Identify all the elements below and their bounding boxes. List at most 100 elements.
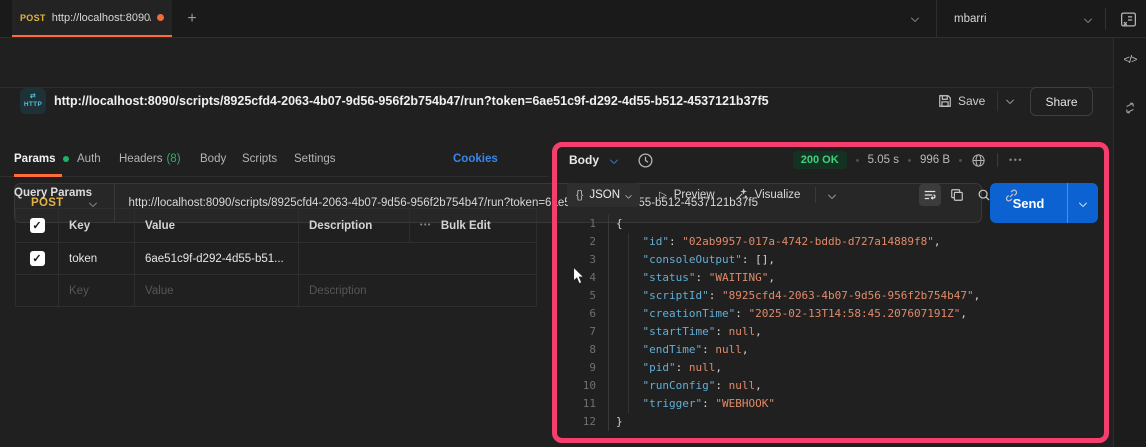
tab-bar: POST http://localhost:8090/s + mbarri bbox=[0, 0, 1146, 38]
tab-scripts-label: Scripts bbox=[242, 142, 277, 176]
param-description-placeholder[interactable]: Description bbox=[298, 275, 538, 306]
tab-auth[interactable]: Auth bbox=[77, 142, 101, 176]
line-number: 7 bbox=[558, 323, 608, 341]
code-text: } bbox=[608, 413, 623, 431]
line-number: 5 bbox=[558, 287, 608, 305]
param-key-placeholder[interactable]: Key bbox=[58, 275, 134, 306]
tab-title: http://localhost:8090/s bbox=[52, 12, 151, 24]
dot-separator bbox=[856, 159, 859, 162]
code-line: 12} bbox=[558, 413, 1109, 431]
right-sidebar: </> bbox=[1113, 38, 1146, 447]
line-number: 4 bbox=[558, 269, 608, 287]
response-time[interactable]: 5.05 s bbox=[868, 154, 899, 166]
visualize-wand-icon bbox=[734, 188, 748, 202]
line-number: 11 bbox=[558, 395, 608, 413]
row-checkbox[interactable]: ✓ bbox=[30, 251, 45, 266]
param-description-field[interactable] bbox=[298, 243, 538, 274]
code-text: { bbox=[608, 215, 623, 233]
line-number: 12 bbox=[558, 413, 608, 431]
search-icon bbox=[977, 188, 991, 202]
tab-params[interactable]: Params bbox=[14, 142, 69, 176]
query-params-title: Query Params bbox=[14, 187, 92, 199]
divider bbox=[1105, 8, 1106, 30]
column-header-key: Key bbox=[58, 209, 134, 242]
braces-icon: {} bbox=[576, 189, 583, 201]
postman-app: POST http://localhost:8090/s + mbarri </… bbox=[0, 0, 1146, 447]
code-line: 9 "pid": null, bbox=[558, 359, 1109, 377]
response-size[interactable]: 996 B bbox=[920, 154, 950, 166]
plus-icon: + bbox=[187, 10, 196, 27]
tab-overflow-chevron-icon[interactable] bbox=[911, 14, 919, 22]
link-button[interactable] bbox=[1000, 184, 1022, 206]
tab-body[interactable]: Body bbox=[200, 142, 226, 176]
request-title-bar: ⇄ HTTP http://localhost:8090/scripts/892… bbox=[0, 38, 1113, 88]
request-tab[interactable]: POST http://localhost:8090/s bbox=[12, 0, 172, 37]
column-header-value: Value bbox=[134, 209, 298, 242]
preview-button[interactable]: ▷ Preview bbox=[659, 189, 715, 201]
tab-headers-label: Headers bbox=[119, 142, 162, 176]
code-text: "scriptId": "8925cfd4-2063-4b07-9d56-956… bbox=[608, 287, 980, 305]
status-badge[interactable]: 200 OK bbox=[793, 151, 847, 169]
table-row: ✓ token 6ae51c9f-d292-4d55-b51... bbox=[16, 243, 536, 275]
active-tab-underline bbox=[14, 174, 62, 177]
new-tab-button[interactable]: + bbox=[182, 9, 202, 29]
copy-button[interactable] bbox=[946, 184, 968, 206]
code-line: 10 "runConfig": null, bbox=[558, 377, 1109, 395]
search-button[interactable] bbox=[973, 184, 995, 206]
code-line: 4 "status": "WAITING", bbox=[558, 269, 1109, 287]
method-chevron-icon[interactable] bbox=[88, 199, 96, 207]
line-number: 1 bbox=[558, 215, 608, 233]
code-text: "endTime": null, bbox=[608, 341, 748, 359]
code-line: 8 "endTime": null, bbox=[558, 341, 1109, 359]
cookies-link[interactable]: Cookies bbox=[453, 142, 498, 176]
response-history-button[interactable] bbox=[637, 152, 654, 169]
chevron-down-icon bbox=[625, 191, 632, 198]
wrap-lines-button[interactable] bbox=[919, 184, 941, 206]
sync-button[interactable] bbox=[1122, 100, 1138, 121]
tab-headers[interactable]: Headers (8) bbox=[119, 142, 181, 176]
line-number: 2 bbox=[558, 233, 608, 251]
line-number: 3 bbox=[558, 251, 608, 269]
more-options-icon[interactable]: ••• bbox=[420, 222, 432, 229]
param-value-placeholder[interactable]: Value bbox=[134, 275, 298, 306]
code-text: "pid": null, bbox=[608, 359, 722, 377]
tab-scripts[interactable]: Scripts bbox=[242, 142, 277, 176]
params-active-dot bbox=[63, 156, 69, 162]
code-line: 5 "scriptId": "8925cfd4-2063-4b07-9d56-9… bbox=[558, 287, 1109, 305]
response-body-selector[interactable]: Body bbox=[569, 153, 599, 167]
environment-quicklook-button[interactable] bbox=[1117, 10, 1139, 28]
select-all-checkbox[interactable]: ✓ bbox=[30, 218, 45, 233]
code-line: 2 "id": "02ab9957-017a-4742-bddb-d727a14… bbox=[558, 233, 1109, 251]
workspace-selector[interactable]: mbarri bbox=[936, 0, 1105, 37]
table-header-row: ✓ Key Value Description ••• Bulk Edit bbox=[16, 209, 536, 243]
network-info-button[interactable] bbox=[971, 153, 986, 168]
indent-guide bbox=[628, 233, 629, 413]
tab-settings[interactable]: Settings bbox=[294, 142, 336, 176]
code-snippet-button[interactable]: </> bbox=[1114, 54, 1146, 66]
line-number: 9 bbox=[558, 359, 608, 377]
visualize-button[interactable]: Visualize bbox=[734, 188, 801, 202]
tab-auth-label: Auth bbox=[77, 142, 101, 176]
more-views-chevron-icon[interactable] bbox=[828, 191, 836, 199]
bulk-edit-button[interactable]: Bulk Edit bbox=[441, 220, 491, 232]
tab-method-label: POST bbox=[20, 13, 46, 23]
response-body-chevron-icon[interactable] bbox=[610, 156, 618, 164]
code-line: 7 "startTime": null, bbox=[558, 323, 1109, 341]
globe-icon bbox=[971, 153, 986, 168]
format-label: JSON bbox=[589, 189, 620, 201]
preview-label: Preview bbox=[674, 189, 715, 201]
response-code[interactable]: 1{2 "id": "02ab9957-017a-4742-bddb-d727a… bbox=[558, 212, 1109, 431]
response-more-options[interactable]: ••• bbox=[1009, 155, 1023, 165]
code-line: 11 "trigger": "WEBHOOK" bbox=[558, 395, 1109, 413]
code-text: "id": "02ab9957-017a-4742-bddb-d727a1488… bbox=[608, 233, 941, 251]
code-line: 1{ bbox=[558, 215, 1109, 233]
format-selector[interactable]: {} JSON bbox=[567, 183, 640, 207]
param-key-field[interactable]: token bbox=[58, 243, 134, 274]
clock-history-icon bbox=[637, 152, 654, 169]
tab-body-label: Body bbox=[200, 142, 226, 176]
param-value-field[interactable]: 6ae51c9f-d292-4d55-b51... bbox=[134, 243, 298, 274]
sync-icon bbox=[1122, 100, 1138, 116]
request-url-row: POST http://localhost:8090/scripts/8925c… bbox=[0, 88, 1113, 142]
empty-checkbox-cell bbox=[16, 275, 58, 306]
code-text: "creationTime": "2025-02-13T14:58:45.207… bbox=[608, 305, 967, 323]
